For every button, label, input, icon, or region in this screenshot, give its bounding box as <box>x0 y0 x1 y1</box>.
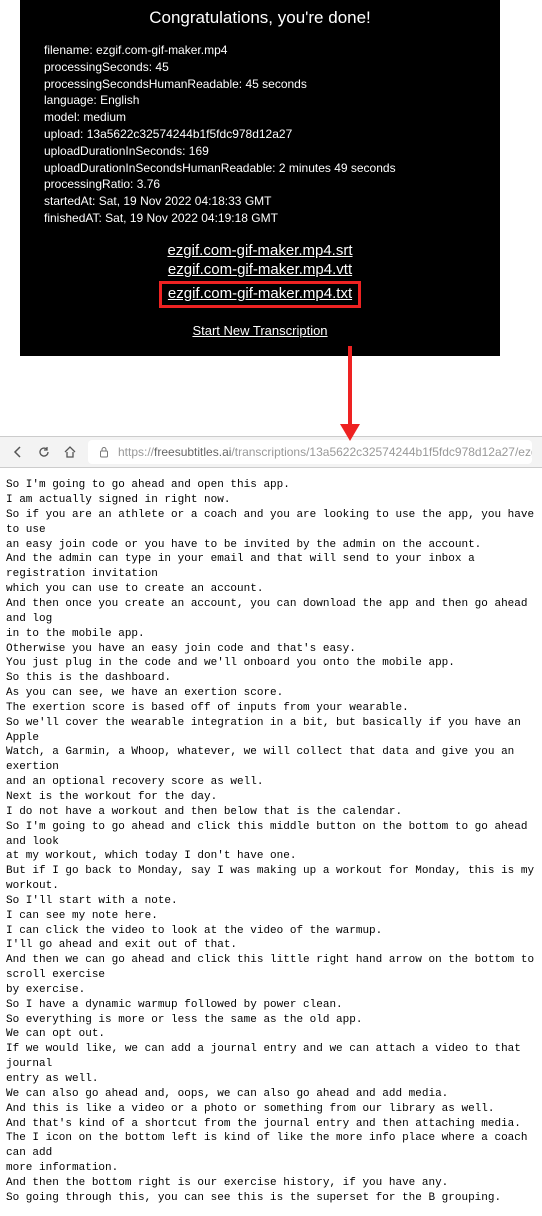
meta-block: filename: ezgif.com-gif-maker.mp4 proces… <box>44 42 480 227</box>
back-icon[interactable] <box>10 444 26 460</box>
arrow-down-icon <box>330 346 370 446</box>
start-new-wrap: Start New Transcription <box>40 322 480 340</box>
browser-toolbar: https://freesubtitles.ai/transcriptions/… <box>0 436 542 468</box>
transcript-text: So I'm going to go ahead and open this a… <box>0 468 542 1215</box>
url-bar[interactable]: https://freesubtitles.ai/transcriptions/… <box>88 440 532 464</box>
download-txt-highlight: ezgif.com-gif-maker.mp4.txt <box>159 281 361 309</box>
download-srt-link[interactable]: ezgif.com-gif-maker.mp4.srt <box>167 241 352 261</box>
download-vtt-link[interactable]: ezgif.com-gif-maker.mp4.vtt <box>168 260 352 280</box>
download-txt-link[interactable]: ezgif.com-gif-maker.mp4.txt <box>168 284 352 304</box>
congrats-heading: Congratulations, you're done! <box>40 8 480 28</box>
annotation-arrow-zone <box>0 356 542 436</box>
download-links: ezgif.com-gif-maker.mp4.srt ezgif.com-gi… <box>40 241 480 309</box>
url-text: https://freesubtitles.ai/transcriptions/… <box>118 445 532 459</box>
start-new-link[interactable]: Start New Transcription <box>192 323 327 338</box>
refresh-icon[interactable] <box>36 444 52 460</box>
completion-panel: Congratulations, you're done! filename: … <box>20 0 500 356</box>
home-icon[interactable] <box>62 444 78 460</box>
lock-icon <box>98 444 110 460</box>
